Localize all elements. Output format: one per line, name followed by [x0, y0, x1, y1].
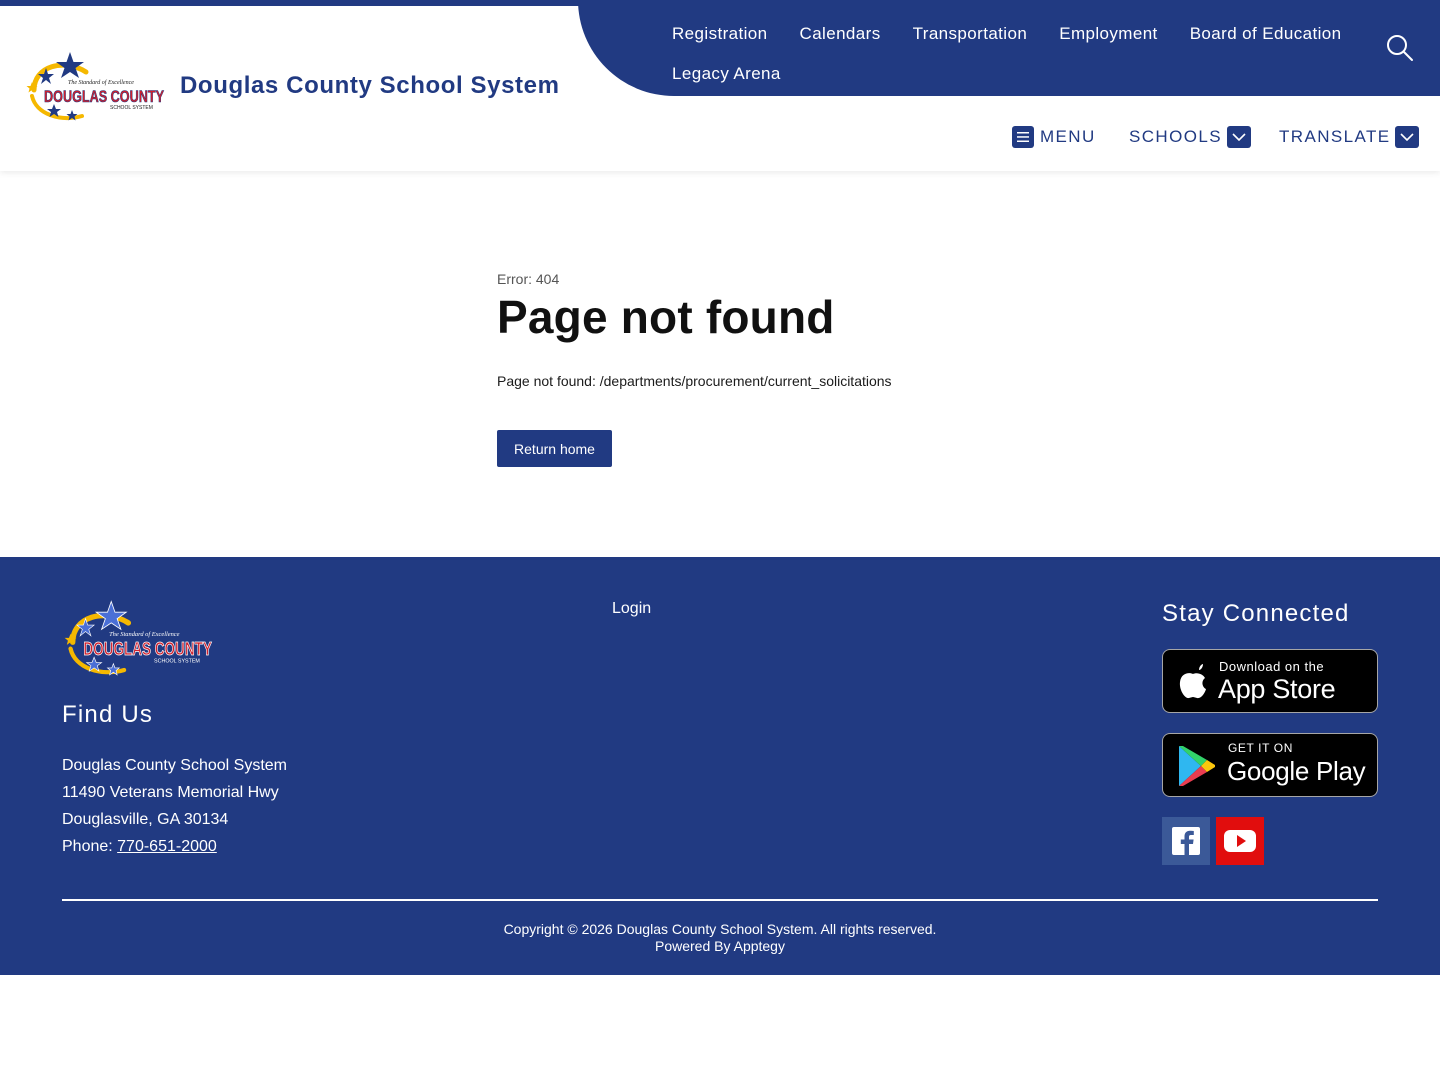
- facebook-icon: [1172, 827, 1200, 855]
- logo-tagline: The Standard of Excellence: [68, 79, 134, 86]
- phone-label: Phone:: [62, 838, 118, 855]
- google-play-big-text: Google Play: [1227, 756, 1366, 786]
- footer-logo[interactable]: The Standard of Excellence DOUGLAS COUNT…: [62, 599, 214, 679]
- district-logo-graphic: The Standard of Excellence DOUGLAS COUNT…: [26, 52, 165, 121]
- menu-label: MENU: [1040, 127, 1096, 146]
- app-store-small-text: Download on the: [1219, 659, 1325, 674]
- phone-link[interactable]: 770-651-2000: [117, 838, 217, 855]
- hamburger-icon: [1012, 126, 1034, 148]
- footer-divider: [62, 899, 1378, 901]
- stay-connected-heading: Stay Connected: [1162, 600, 1350, 627]
- translate-dropdown[interactable]: TRANSLATE: [1279, 122, 1420, 152]
- footer-logo-name: DOUGLAS COUNTY: [83, 639, 211, 659]
- address-block: Douglas County School System 11490 Veter…: [62, 752, 287, 860]
- address-name: Douglas County School System: [62, 757, 287, 774]
- return-home-button[interactable]: Return home: [497, 430, 612, 467]
- menu-button[interactable]: MENU: [1012, 122, 1096, 152]
- quicklinks-nav: Registration Calendars Transportation Em…: [656, 14, 1376, 94]
- address-street: 11490 Veterans Memorial Hwy: [62, 784, 279, 801]
- logo-sub: SCHOOL SYSTEM: [110, 105, 153, 111]
- powered-by-text: Powered By Apptegy: [655, 938, 785, 954]
- quicklink-calendars[interactable]: Calendars: [784, 14, 897, 54]
- error-code: Error: 404: [497, 271, 560, 287]
- copyright-text: Copyright © 2026 Douglas County School S…: [503, 921, 937, 937]
- chevron-down-icon: [1226, 126, 1251, 148]
- address-city: Douglasville, GA 30134: [62, 811, 229, 828]
- quicklink-legacy-arena[interactable]: Legacy Arena: [656, 54, 797, 94]
- facebook-button[interactable]: [1162, 817, 1210, 865]
- site-title[interactable]: Douglas County School System: [180, 72, 560, 100]
- google-play-badge[interactable]: GET IT ON Google Play: [1162, 733, 1378, 797]
- district-logo[interactable]: The Standard of Excellence DOUGLAS COUNT…: [24, 50, 166, 124]
- quicklink-employment[interactable]: Employment: [1043, 14, 1173, 54]
- youtube-button[interactable]: [1216, 817, 1264, 865]
- google-play-icon: [1179, 746, 1215, 786]
- find-us-heading: Find Us: [62, 701, 154, 728]
- search-icon: [1387, 35, 1413, 61]
- footer-logo-graphic: The Standard of Excellence DOUGLAS COUNT…: [64, 600, 212, 676]
- translate-label: TRANSLATE: [1279, 127, 1391, 146]
- search-button[interactable]: [1384, 32, 1416, 64]
- schools-dropdown[interactable]: SCHOOLS: [1129, 122, 1251, 152]
- quicklink-registration[interactable]: Registration: [656, 14, 784, 54]
- google-play-small-text: GET IT ON: [1228, 741, 1293, 755]
- chevron-down-icon: [1395, 126, 1420, 148]
- app-store-badge[interactable]: Download on the App Store: [1162, 649, 1378, 713]
- page-title: Page not found: [497, 291, 835, 343]
- app-store-big-text: App Store: [1218, 674, 1336, 704]
- footer-logo-sub: SCHOOL SYSTEM: [154, 659, 200, 665]
- quicklink-board-of-education[interactable]: Board of Education: [1174, 14, 1358, 54]
- site-footer: The Standard of Excellence DOUGLAS COUNT…: [0, 557, 1440, 975]
- error-message: Page not found: /departments/procurement…: [497, 373, 892, 389]
- logo-name: DOUGLAS COUNTY: [44, 87, 164, 106]
- schools-label: SCHOOLS: [1129, 127, 1222, 146]
- apple-icon: [1179, 664, 1206, 699]
- youtube-icon: [1224, 830, 1256, 852]
- copyright-block: Copyright © 2026 Douglas County School S…: [0, 921, 1440, 955]
- address-phone-line: Phone: 770-651-2000: [62, 833, 287, 860]
- footer-logo-tagline: The Standard of Excellence: [109, 631, 180, 638]
- quicklink-transportation[interactable]: Transportation: [897, 14, 1044, 54]
- login-link[interactable]: Login: [612, 600, 651, 618]
- site-header: The Standard of Excellence DOUGLAS COUNT…: [0, 0, 1440, 171]
